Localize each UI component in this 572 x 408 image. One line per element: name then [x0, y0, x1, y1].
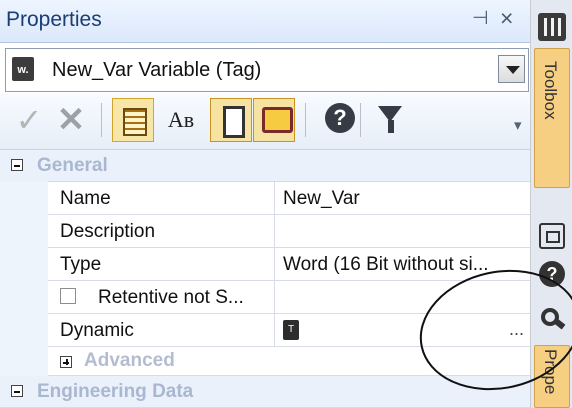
property-value[interactable]: New_Var: [283, 188, 508, 210]
column-divider: [274, 214, 275, 247]
column-divider: [274, 181, 275, 214]
toolbox-tab-label: Toolbox: [541, 61, 560, 120]
collapse-icon[interactable]: [11, 159, 23, 171]
property-name: Name: [60, 188, 111, 209]
category-engineering-data[interactable]: Engineering Data: [0, 376, 530, 408]
toolbar-separator: [101, 103, 102, 137]
tag-variable-icon: w.: [12, 57, 34, 81]
property-row-name[interactable]: Name New_Var: [0, 181, 530, 215]
row-margin: [0, 346, 48, 379]
property-pages-icon[interactable]: [210, 98, 252, 142]
help-icon[interactable]: [320, 98, 362, 142]
pin-icon[interactable]: ⊣: [472, 7, 489, 30]
object-selector-text: New_Var Variable (Tag): [52, 59, 262, 81]
row-margin: [0, 247, 48, 280]
category-label: Engineering Data: [37, 381, 194, 402]
categorized-view-icon[interactable]: [112, 98, 154, 142]
property-name: Retentive not S...: [98, 287, 244, 308]
row-margin: [0, 280, 48, 313]
column-divider: [274, 313, 275, 346]
property-name: Type: [60, 254, 102, 275]
category-label: Advanced: [84, 350, 175, 371]
category-label: General: [37, 155, 108, 176]
retentive-checkbox[interactable]: [60, 288, 76, 304]
properties-panel: Properties ⊣ × w. New_Var Variable (Tag)…: [0, 0, 531, 408]
category-advanced[interactable]: Advanced: [0, 346, 530, 379]
row-margin: [0, 313, 48, 346]
property-name: Dynamic: [60, 320, 134, 341]
row-margin: [0, 181, 48, 214]
property-row-dynamic[interactable]: Dynamic T ...: [0, 313, 530, 347]
dropdown-button[interactable]: [498, 55, 525, 83]
category-general[interactable]: General: [0, 150, 530, 182]
properties-toolbar: ✓ ✕ Aʙ ▾: [0, 93, 530, 150]
help-icon[interactable]: ?: [539, 261, 565, 287]
property-grid: General Name New_Var Description Type Wo…: [0, 150, 530, 408]
panel-title: Properties: [6, 8, 102, 31]
expand-icon[interactable]: [60, 356, 72, 368]
object-selector[interactable]: w. New_Var Variable (Tag): [5, 48, 529, 92]
toolbar-separator: [305, 103, 306, 137]
accept-icon[interactable]: ✓: [8, 98, 50, 142]
row-margin: [0, 214, 48, 247]
toolbar-overflow-icon[interactable]: ▾: [514, 116, 522, 134]
property-name: Description: [60, 221, 156, 242]
properties-tab-label: Prope: [541, 349, 560, 395]
cancel-icon[interactable]: ✕: [50, 98, 92, 142]
ellipsis-button[interactable]: ...: [509, 319, 524, 340]
property-row-description[interactable]: Description: [0, 214, 530, 248]
right-dock-strip: Toolbox ? Prope: [531, 0, 572, 408]
property-row-type[interactable]: Type Word (16 Bit without si...: [0, 247, 530, 281]
wrench-icon[interactable]: [539, 306, 565, 332]
alphabetical-view-icon[interactable]: Aʙ: [160, 98, 202, 142]
column-divider: [274, 280, 275, 313]
properties-tab[interactable]: Prope: [534, 345, 570, 408]
property-value[interactable]: Word (16 Bit without si...: [283, 254, 508, 276]
collapse-icon[interactable]: [11, 385, 23, 397]
toolbox-tab[interactable]: Toolbox: [534, 48, 570, 188]
column-divider: [274, 247, 275, 280]
panel-titlebar: Properties ⊣ ×: [0, 0, 530, 43]
comment-icon[interactable]: [253, 98, 295, 142]
property-row-retentive[interactable]: Retentive not S...: [0, 280, 530, 314]
toolbar-separator: [360, 103, 361, 137]
mixer-icon[interactable]: [538, 13, 566, 41]
filter-icon[interactable]: [370, 98, 412, 142]
dynamic-icon[interactable]: T: [283, 320, 299, 340]
close-icon[interactable]: ×: [500, 5, 513, 32]
image-icon[interactable]: [539, 223, 565, 249]
